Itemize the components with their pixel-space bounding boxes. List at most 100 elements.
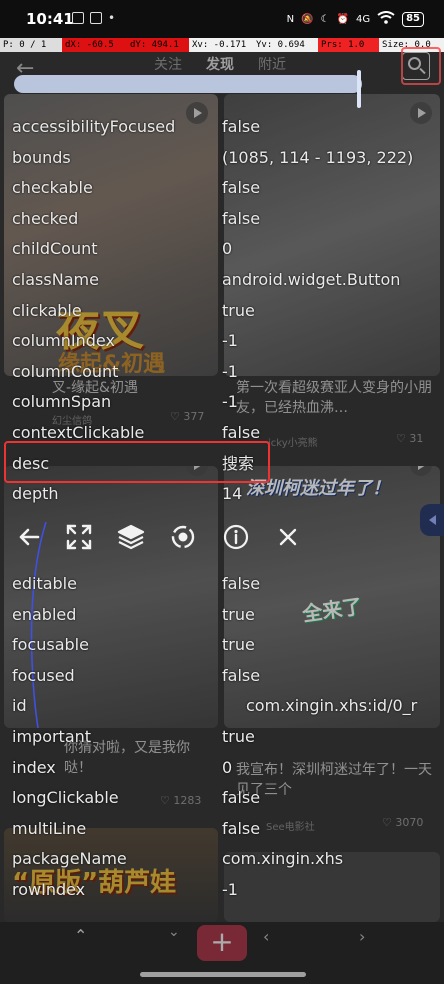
layers-icon[interactable] [116,522,146,552]
battery-icon: 85 [402,11,424,27]
attribute-row[interactable]: multiLine false [0,814,444,844]
attribute-value: false [222,818,261,838]
attribute-key: depth [12,484,59,504]
depth-slider-thumb[interactable] [357,70,361,108]
attribute-row[interactable]: editable false [0,569,444,599]
chevron-down-icon[interactable]: ⌄ [168,924,180,940]
status-bar: 10:41 • N 🔕 ☾ ⏰ 4G 85 [0,0,444,38]
silent-bell-icon: 🔕 [301,13,314,25]
attribute-key: className [12,270,99,289]
debug-dx: dX: -60.5 [62,38,127,52]
attribute-value: 0 [222,239,233,259]
selected-node-outline [401,47,441,85]
attribute-value: 14 [222,484,243,504]
publish-plus-button[interactable]: + [197,925,247,961]
close-icon[interactable] [273,522,303,552]
attribute-value: true [222,635,255,655]
attribute-key: id [12,696,27,716]
attribute-key: columnSpan [12,392,112,412]
attribute-value: -1 [222,880,238,899]
tab-discover[interactable]: 发现 [206,54,234,74]
notification-app-icon [90,12,102,24]
attribute-value: android.widget.Button [222,270,401,289]
attribute-key: multiLine [12,818,87,838]
attribute-key: enabled [12,604,77,624]
status-time: 10:41 [26,10,74,28]
attribute-key: accessibilityFocused [12,117,176,136]
attribute-row[interactable]: longClickable false [0,783,444,813]
attribute-value: false [222,788,261,808]
attribute-value: true [222,727,255,746]
attribute-row[interactable]: rowIndex -1 [0,875,444,905]
attribute-row[interactable]: packageName com.xingin.xhs [0,844,444,874]
attribute-row[interactable]: checked false [0,204,444,234]
alarm-icon: ⏰ [336,13,349,25]
attribute-key: checked [12,208,79,228]
attribute-row[interactable]: focused false [0,661,444,691]
depth-slider-track[interactable] [14,75,362,93]
attribute-key: bounds [12,147,71,167]
attribute-row[interactable]: important true [0,722,444,752]
attribute-key: clickable [12,300,82,320]
debug-pressure: Prs: 1.0 [318,38,379,52]
attribute-row[interactable]: columnSpan -1 [0,387,444,417]
home-indicator[interactable] [140,972,306,977]
attribute-value: -1 [222,331,238,351]
attribute-key: index [12,757,56,777]
moon-icon: ☾ [320,13,330,25]
debug-pointer-count: P: 0 / 1 [0,38,62,52]
chevron-up-icon[interactable]: ⌃ [74,926,87,945]
attribute-key: longClickable [12,788,119,808]
attribute-key: focused [12,665,75,685]
expand-icon[interactable] [64,522,94,552]
attribute-value: -1 [222,361,238,381]
status-right-indicators: N 🔕 ☾ ⏰ 4G 85 [287,11,424,27]
attribute-key: checkable [12,178,93,198]
attribute-value: false [222,117,261,136]
attribute-value: true [222,604,255,624]
info-icon[interactable] [221,522,251,552]
attribute-value: com.xingin.xhs:id/0_r [246,696,418,716]
attribute-row[interactable]: className android.widget.Button [0,265,444,295]
attribute-row[interactable]: checkable false [0,173,444,203]
attribute-row[interactable]: columnCount -1 [0,357,444,387]
attribute-row[interactable]: columnIndex -1 [0,326,444,356]
attribute-value: false [222,208,261,228]
pointer-debug-strip: P: 0 / 1 dX: -60.5 dY: 494.1 Xv: -0.171 … [0,38,444,52]
attribute-row[interactable]: index 0 [0,753,444,783]
attribute-row[interactable]: accessibilityFocused false [0,112,444,142]
chevron-right-icon[interactable]: › [359,927,365,946]
nav-tabs: 关注 发现 附近 [154,54,286,74]
status-notification-icons: • [72,12,115,24]
signal-4g-label: 4G [355,13,371,25]
attribute-value: false [222,178,261,198]
attribute-key: rowIndex [12,880,86,899]
attribute-value: false [222,574,261,593]
attribute-row[interactable]: enabled true [0,600,444,630]
chevron-left-icon[interactable]: ‹ [263,927,269,946]
attribute-row[interactable]: depth 14 [0,479,444,509]
attribute-key: important [12,727,92,746]
attribute-key: packageName [12,849,127,869]
target-icon[interactable] [168,522,198,552]
attribute-value: (1085, 114 - 1193, 222) [222,147,414,167]
attribute-key: focusable [12,635,89,655]
attribute-row[interactable]: id com.xingin.xhs:id/0_r [0,691,444,721]
notification-shield-icon [72,12,84,24]
attribute-row[interactable]: childCount 0 [0,234,444,264]
attribute-row[interactable]: clickable true [0,296,444,326]
tab-nearby[interactable]: 附近 [258,54,286,74]
attribute-value: true [222,300,255,320]
debug-xv: Xv: -0.171 [189,38,253,52]
tab-follow[interactable]: 关注 [154,54,182,74]
nfc-icon: N [286,13,295,25]
wifi-icon [377,11,395,27]
attribute-value: -1 [222,392,238,412]
attribute-row[interactable]: focusable true [0,630,444,660]
attribute-key: columnIndex [12,331,115,351]
attribute-value: com.xingin.xhs [222,849,344,869]
desc-row-highlight [4,441,270,483]
attribute-value: false [222,665,261,685]
attribute-key: columnCount [12,361,119,381]
attribute-row[interactable]: bounds (1085, 114 - 1193, 222) [0,143,444,173]
